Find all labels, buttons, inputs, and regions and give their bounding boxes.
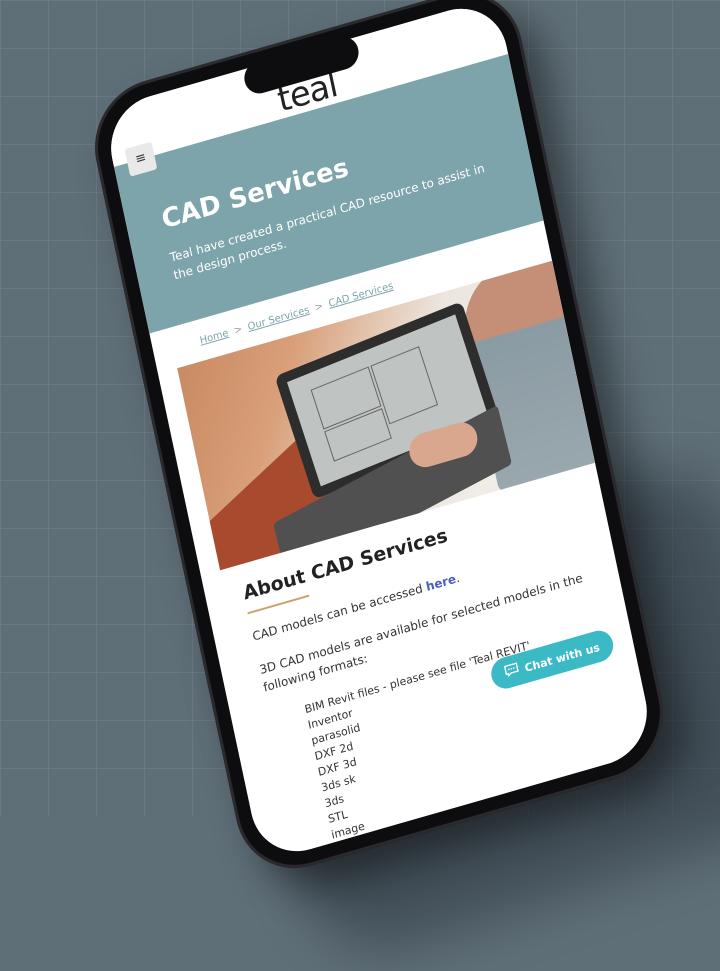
cad-models-link[interactable]: here [425,572,457,594]
breadcrumb-separator: > [313,300,325,314]
breadcrumb-home[interactable]: Home [199,328,230,347]
breadcrumb-cad-services[interactable]: CAD Services [328,281,395,310]
breadcrumb-separator: > [233,323,244,337]
breadcrumb-our-services[interactable]: Our Services [247,305,310,333]
chat-bubble-icon [504,662,521,681]
